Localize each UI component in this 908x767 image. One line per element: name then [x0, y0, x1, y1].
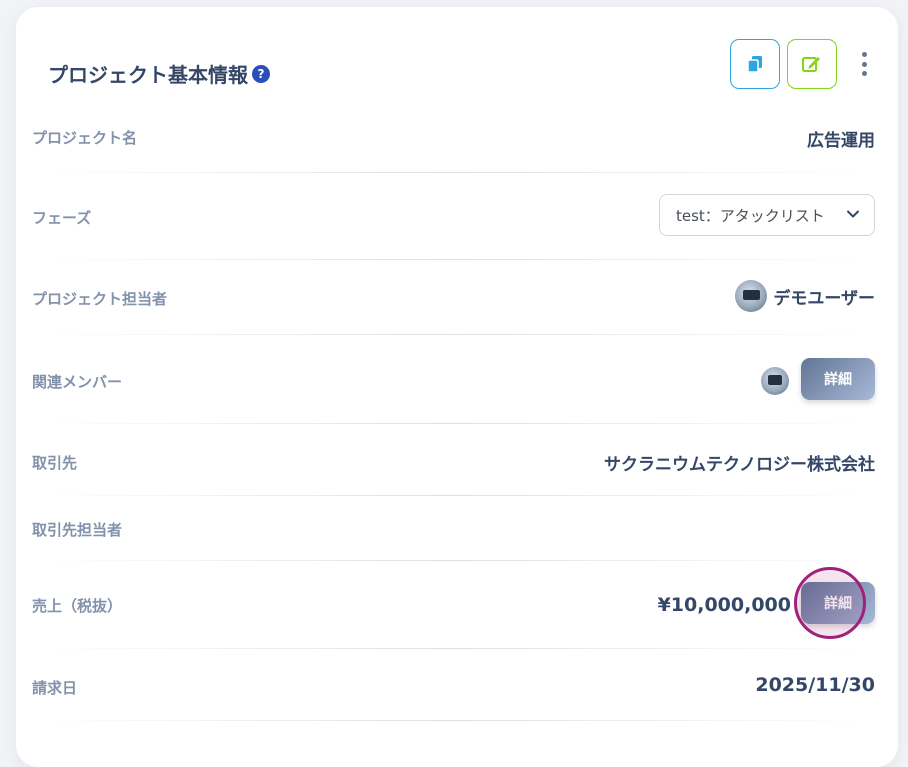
invoice-date-label: 請求日: [32, 679, 78, 697]
click-indicator: [794, 567, 866, 639]
sales-value: ¥10,000,000: [657, 594, 791, 616]
member-avatar[interactable]: [761, 367, 789, 395]
chevron-down-icon: [847, 210, 859, 218]
copy-button[interactable]: [730, 39, 780, 89]
phase-label: フェーズ: [32, 209, 92, 227]
members-label: 関連メンバー: [32, 373, 123, 391]
client-value: サクラニウムテクノロジー株式会社: [604, 455, 875, 475]
owner-label: プロジェクト担当者: [32, 290, 168, 308]
card-header: プロジェクト基本情報 ?: [48, 39, 870, 97]
client-contact-label: 取引先担当者: [32, 521, 123, 539]
edit-icon: [802, 57, 820, 72]
question-circle-icon[interactable]: ?: [252, 64, 270, 83]
divider: [32, 560, 875, 561]
client-label: 取引先: [32, 454, 78, 472]
divider: [32, 334, 875, 335]
owner-value-wrap: デモユーザー: [735, 280, 875, 312]
copy-icon: [747, 56, 762, 73]
project-name-label: プロジェクト名: [32, 129, 138, 147]
card-title-wrap: プロジェクト基本情報 ?: [48, 59, 270, 88]
divider: [32, 423, 875, 424]
kebab-menu-icon[interactable]: [858, 52, 870, 76]
owner-avatar: [735, 280, 768, 312]
phase-select[interactable]: test：アタックリスト: [659, 194, 875, 236]
divider: [32, 720, 875, 721]
divider: [32, 648, 875, 649]
divider: [32, 495, 875, 496]
card-title: プロジェクト基本情報: [48, 63, 248, 87]
phase-selected-value: test：アタックリスト: [676, 206, 825, 225]
divider: [32, 172, 875, 173]
members-detail-button[interactable]: 詳細: [801, 358, 875, 400]
divider: [32, 259, 875, 260]
owner-name: デモユーザー: [773, 288, 875, 309]
project-name-value: 広告運用: [807, 131, 875, 151]
invoice-date-value: 2025/11/30: [755, 674, 875, 696]
edit-button[interactable]: [787, 39, 837, 89]
sales-label: 売上（税抜）: [32, 597, 123, 615]
